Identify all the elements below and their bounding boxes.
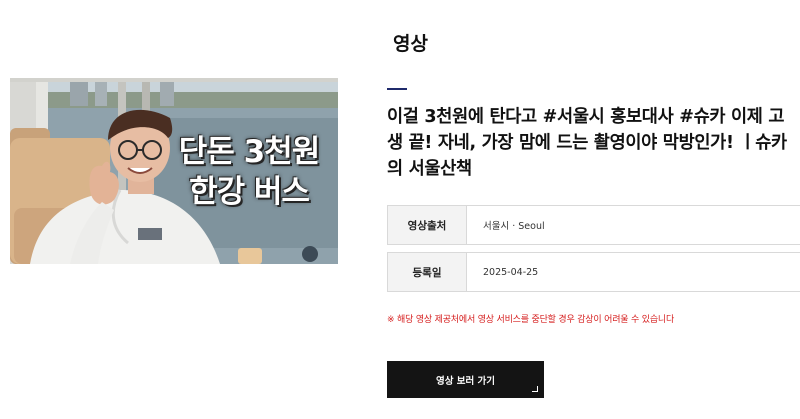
corner-arrow-icon xyxy=(532,386,538,392)
thumbnail-overlay-line2: 한강 버스 xyxy=(189,174,310,210)
accent-divider xyxy=(387,88,407,90)
info-row-date: 등록일 2025-04-25 xyxy=(387,252,800,292)
info-value-source: 서울시 · Seoul xyxy=(483,221,545,232)
watch-video-button[interactable]: 영상 보러 가기 xyxy=(387,361,544,398)
thumbnail-overlay-line1: 단돈 3천원 xyxy=(178,134,320,170)
video-info-table: 영상출처 서울시 · Seoul 등록일 2025-04-25 xyxy=(387,205,800,299)
video-title: 이걸 3천원에 탄다고 #서울시 홍보대사 #슈카 이제 고생 끝! 자네, 가… xyxy=(387,107,787,179)
section-title: 영상 xyxy=(393,33,428,55)
info-row-source: 영상출처 서울시 · Seoul xyxy=(387,205,800,245)
info-label-date: 등록일 xyxy=(387,252,467,292)
video-thumbnail[interactable]: 단돈 3천원 한강 버스 xyxy=(10,78,338,264)
service-notice: ※ 해당 영상 제공처에서 영상 서비스를 중단할 경우 감상이 어려울 수 있… xyxy=(387,315,675,325)
info-label-source: 영상출처 xyxy=(387,205,467,245)
thumbnail-overlay-text: 단돈 3천원 한강 버스 xyxy=(174,132,324,212)
info-value-date: 2025-04-25 xyxy=(483,266,539,278)
watch-video-label: 영상 보러 가기 xyxy=(435,375,496,387)
